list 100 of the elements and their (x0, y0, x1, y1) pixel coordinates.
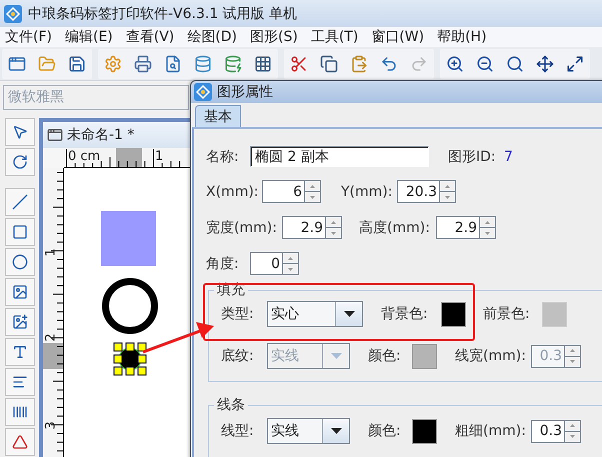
triangle-tool-button[interactable] (5, 428, 35, 456)
spin-down-button[interactable] (565, 356, 580, 366)
menu-item[interactable]: 窗口(W) (371, 28, 424, 46)
spin-down-button[interactable] (440, 192, 455, 202)
ruler-marker (116, 148, 142, 167)
down-triangle-icon (310, 196, 315, 198)
menu-item[interactable]: 工具(T) (310, 28, 358, 46)
ruler-label: 1 (44, 248, 58, 257)
rotate-tool-button[interactable] (5, 148, 35, 176)
color-swatch[interactable] (441, 302, 466, 326)
window-icon (8, 54, 26, 72)
spin-field[interactable]: 0 (250, 252, 299, 275)
id-value: 7 (504, 148, 513, 164)
triangle-icon (12, 434, 28, 450)
barcode-tool-button[interactable] (5, 398, 35, 426)
color-swatch[interactable] (412, 418, 437, 444)
rich-text-tool-button[interactable] (5, 368, 35, 396)
field-label: 前景色: (483, 305, 531, 323)
spin-up-button[interactable] (305, 181, 320, 192)
caret-icon (330, 428, 342, 434)
up-triangle-icon (331, 220, 336, 224)
up-triangle-icon (570, 424, 575, 427)
square-shape (101, 211, 156, 266)
rotate-icon (12, 154, 28, 170)
up-triangle-icon (445, 184, 450, 188)
dropdown-button[interactable] (336, 302, 362, 326)
spin-field[interactable]: 2.9 (282, 216, 342, 239)
color-swatch[interactable] (412, 344, 437, 368)
spin-up-button[interactable] (283, 253, 298, 264)
rich-text-icon (12, 374, 28, 390)
database-icon (194, 54, 212, 72)
spin-down-button[interactable] (326, 228, 341, 238)
ellipse-tool-button[interactable] (5, 248, 35, 276)
spin-down-button[interactable] (283, 264, 298, 274)
line-tool-button[interactable] (5, 188, 35, 216)
paste-icon (350, 54, 368, 72)
grid-icon (254, 54, 272, 72)
spin-field[interactable]: 6 (262, 180, 321, 203)
spin-field[interactable]: 20.3 (397, 180, 456, 203)
pointer-arrow (142, 322, 214, 354)
menu-item[interactable]: 帮助(H) (437, 28, 487, 46)
undo-icon (380, 54, 398, 72)
field-label: 图形ID: (448, 148, 497, 166)
ruler-marker (43, 343, 63, 369)
copy-icon (320, 54, 338, 72)
color-swatch[interactable] (542, 302, 567, 326)
redo-icon (410, 54, 428, 72)
spin-up-button[interactable] (565, 346, 580, 356)
line-icon (12, 194, 28, 210)
menu-item[interactable]: 图形(S) (250, 28, 298, 46)
ruler-label: 2 (44, 333, 58, 342)
app-logo-icon (194, 83, 212, 101)
field-label: 名称: (206, 148, 240, 166)
spin-up-button[interactable] (565, 420, 580, 432)
dialog-title: 图形属性 (217, 83, 273, 101)
rounded-rectangle-tool-button[interactable] (5, 218, 35, 246)
dropdown-button[interactable] (323, 419, 349, 443)
spin-up-button[interactable] (440, 181, 455, 192)
selected-circle-drawing[interactable] (113, 342, 147, 376)
folder-icon (38, 54, 56, 72)
picture-tool-button[interactable] (5, 278, 35, 306)
rounded-rectangle-icon (12, 224, 28, 240)
group-title: 线条 (216, 396, 246, 414)
spin-down-button[interactable] (480, 228, 495, 238)
dropdown-field[interactable]: 实线 (267, 418, 350, 444)
text-tool-button[interactable] (5, 338, 35, 366)
spin-down-button[interactable] (565, 432, 580, 442)
printer-icon (134, 54, 152, 72)
field-label: 线型: (221, 422, 255, 440)
ruler-label: 0 cm (68, 150, 100, 163)
spin-down-button[interactable] (305, 192, 320, 202)
pointer-tool-button[interactable] (5, 118, 35, 146)
up-triangle-icon (485, 220, 490, 224)
document-search-icon (164, 54, 182, 72)
down-triangle-icon (570, 435, 575, 438)
menu-item[interactable]: 查看(V) (126, 28, 174, 46)
field-label: X(mm): (206, 184, 260, 200)
barcode-icon (12, 404, 28, 420)
field-label: 高度(mm): (359, 218, 431, 236)
spin-field[interactable]: 2.9 (436, 216, 496, 239)
down-triangle-icon (570, 360, 575, 363)
field-label: 背景色: (381, 305, 429, 323)
picture-edit-icon (12, 314, 28, 330)
up-triangle-icon (288, 256, 293, 260)
menu-item[interactable]: 文件(F) (5, 28, 52, 46)
picture-edit-tool-button[interactable] (5, 308, 35, 336)
menu-item[interactable]: 绘图(D) (187, 28, 237, 46)
field-label: 宽度(mm): (206, 218, 278, 236)
name-field[interactable]: 椭圆 2 副本 (250, 146, 429, 167)
field-label: 线宽(mm): (455, 347, 527, 365)
up-triangle-icon (570, 349, 575, 352)
dropdown-field[interactable]: 实心 (267, 301, 363, 327)
spin-up-button[interactable] (326, 217, 341, 228)
menu-item[interactable]: 编辑(E) (64, 28, 113, 46)
tab[interactable]: 基本 (195, 105, 241, 127)
spin-up-button[interactable] (480, 217, 495, 228)
spin-field[interactable]: 0.3 (531, 420, 581, 442)
ruler-label: 3 (44, 421, 58, 430)
field-label: Y(mm): (341, 184, 394, 200)
zoom-in-icon (446, 54, 464, 72)
